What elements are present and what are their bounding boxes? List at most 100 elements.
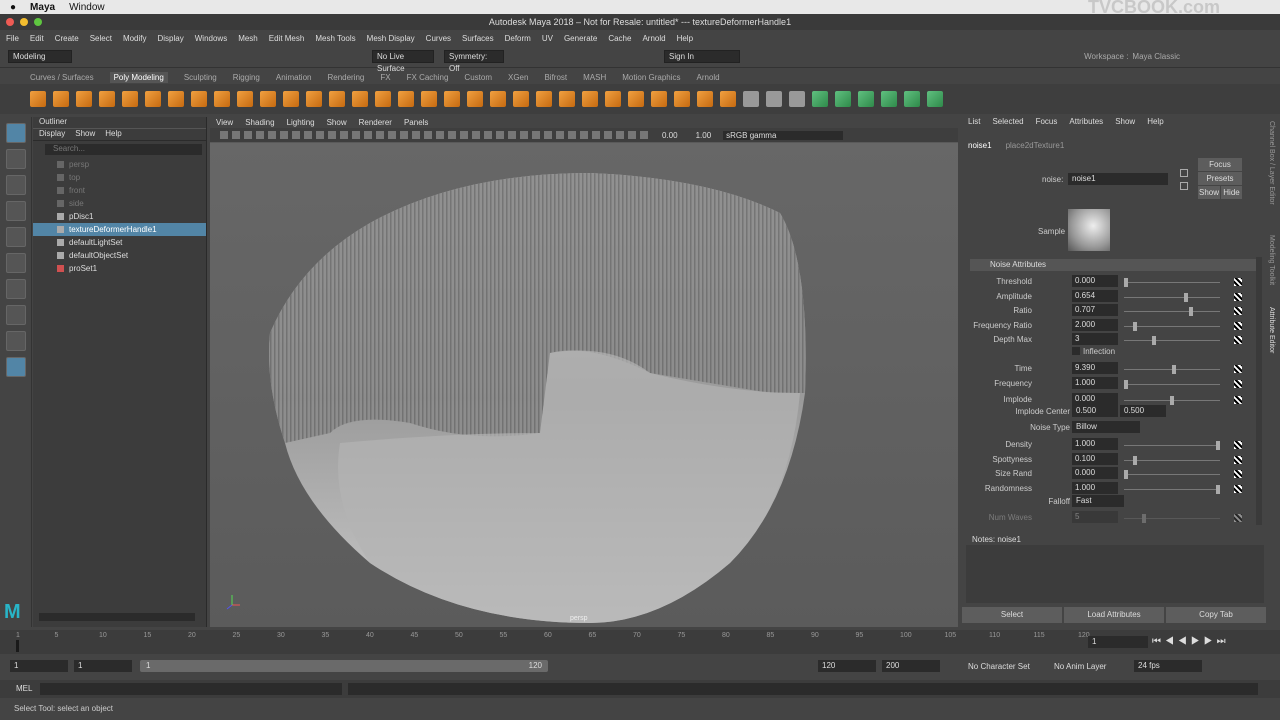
shelf-tab-bifrost[interactable]: Bifrost xyxy=(544,73,567,82)
menu-uv[interactable]: UV xyxy=(542,34,553,43)
shelf-tool-icon[interactable] xyxy=(76,91,92,107)
menu-file[interactable]: File xyxy=(6,34,19,43)
shelf-tool-icon[interactable] xyxy=(398,91,414,107)
viewport-tool-icon[interactable] xyxy=(340,131,348,139)
shelf-tool-icon[interactable] xyxy=(214,91,230,107)
attr-value-field[interactable]: 0.000 xyxy=(1072,467,1118,479)
attr-value-field[interactable]: 3 xyxy=(1072,333,1118,345)
shelf-tool-icon[interactable] xyxy=(720,91,736,107)
implode-center-y[interactable]: 0.500 xyxy=(1120,405,1166,417)
shelf-tab-rendering[interactable]: Rendering xyxy=(327,73,364,82)
map-texture-icon[interactable] xyxy=(1234,485,1242,493)
menu-cache[interactable]: Cache xyxy=(608,34,631,43)
viewport-tool-icon[interactable] xyxy=(508,131,516,139)
viewport-tool-icon[interactable] xyxy=(328,131,336,139)
attr-slider-knob[interactable] xyxy=(1216,441,1220,450)
viewport-canvas[interactable]: persp xyxy=(210,143,958,627)
layout-persp-outliner-icon[interactable] xyxy=(6,357,26,377)
command-input[interactable] xyxy=(40,683,342,695)
viewport-tool-icon[interactable] xyxy=(592,131,600,139)
viewport-tool-icon[interactable] xyxy=(376,131,384,139)
viewport-tool-icon[interactable] xyxy=(568,131,576,139)
shelf-tab-sculpting[interactable]: Sculpting xyxy=(184,73,217,82)
viewport-menu-show[interactable]: Show xyxy=(327,118,347,127)
outliner-item[interactable]: side xyxy=(33,197,206,210)
attr-value-field[interactable]: 1.000 xyxy=(1072,377,1118,389)
shelf-tool-icon[interactable] xyxy=(835,91,851,107)
viewport-tool-icon[interactable] xyxy=(280,131,288,139)
outliner-item[interactable]: front xyxy=(33,184,206,197)
viewport-tool-icon[interactable] xyxy=(496,131,504,139)
shelf-tab-rigging[interactable]: Rigging xyxy=(233,73,260,82)
viewport-tool-icon[interactable] xyxy=(616,131,624,139)
attr-slider-knob[interactable] xyxy=(1133,322,1138,331)
focus-button[interactable]: Focus xyxy=(1198,158,1242,171)
minimize-window-icon[interactable] xyxy=(20,18,28,26)
shelf-tool-icon[interactable] xyxy=(444,91,460,107)
attr-slider-track[interactable] xyxy=(1124,282,1220,283)
shelf-tool-icon[interactable] xyxy=(237,91,253,107)
shelf-tool-icon[interactable] xyxy=(260,91,276,107)
ae-menu-attributes[interactable]: Attributes xyxy=(1069,117,1103,126)
script-language[interactable]: MEL xyxy=(16,684,32,693)
map-texture-icon[interactable] xyxy=(1234,278,1242,286)
shelf-tool-icon[interactable] xyxy=(375,91,391,107)
viewport-tool-icon[interactable] xyxy=(352,131,360,139)
menu-windows[interactable]: Windows xyxy=(195,34,227,43)
focus-node-icon[interactable] xyxy=(1180,169,1188,177)
outliner-menu-help[interactable]: Help xyxy=(105,129,121,140)
attr-slider-track[interactable] xyxy=(1124,297,1220,298)
viewport-tool-icon[interactable] xyxy=(268,131,276,139)
shelf-tab-poly-modeling[interactable]: Poly Modeling xyxy=(109,71,168,83)
presets-node-icon[interactable] xyxy=(1180,182,1188,190)
ae-load-attributes-button[interactable]: Load Attributes xyxy=(1064,607,1164,623)
menu-select[interactable]: Select xyxy=(90,34,112,43)
viewport-menu-panels[interactable]: Panels xyxy=(404,118,428,127)
viewport-tool-icon[interactable] xyxy=(244,131,252,139)
viewport-tool-icon[interactable] xyxy=(472,131,480,139)
shelf-tool-icon[interactable] xyxy=(904,91,920,107)
menu-mesh[interactable]: Mesh xyxy=(238,34,258,43)
ae-tab-noise1[interactable]: noise1 xyxy=(968,141,992,150)
viewport-tool-icon[interactable] xyxy=(220,131,228,139)
shelf-tool-icon[interactable] xyxy=(559,91,575,107)
viewport-tool-icon[interactable] xyxy=(316,131,324,139)
map-texture-icon[interactable] xyxy=(1234,514,1242,522)
menu-edit-mesh[interactable]: Edit Mesh xyxy=(269,34,305,43)
shelf-tool-icon[interactable] xyxy=(536,91,552,107)
shelf-tool-icon[interactable] xyxy=(651,91,667,107)
current-frame-field[interactable]: 1 xyxy=(1088,636,1148,648)
map-texture-icon[interactable] xyxy=(1234,396,1242,404)
attr-slider-knob[interactable] xyxy=(1170,396,1174,405)
side-tab-channel-box-layer-editor[interactable]: Channel Box / Layer Editor xyxy=(1268,121,1275,205)
map-texture-icon[interactable] xyxy=(1234,441,1242,449)
shelf-tool-icon[interactable] xyxy=(191,91,207,107)
os-app-menu[interactable]: Maya xyxy=(30,2,55,13)
attr-slider-knob[interactable] xyxy=(1142,514,1147,523)
viewport-tool-icon[interactable] xyxy=(580,131,588,139)
viewport-tool-icon[interactable] xyxy=(292,131,300,139)
shelf-tab-mash[interactable]: MASH xyxy=(583,73,606,82)
attr-value-field[interactable]: 2.000 xyxy=(1072,319,1118,331)
map-texture-icon[interactable] xyxy=(1234,456,1242,464)
map-texture-icon[interactable] xyxy=(1234,336,1242,344)
menu-mesh-display[interactable]: Mesh Display xyxy=(367,34,415,43)
menu-help[interactable]: Help xyxy=(677,34,693,43)
map-texture-icon[interactable] xyxy=(1234,293,1242,301)
ae-copy-tab-button[interactable]: Copy Tab xyxy=(1166,607,1266,623)
attr-scrollbar[interactable] xyxy=(1256,257,1262,525)
notes-field[interactable] xyxy=(966,545,1264,603)
layout-four-icon[interactable] xyxy=(6,331,26,351)
sample-swatch[interactable] xyxy=(1068,209,1110,251)
apple-icon[interactable]: ● xyxy=(10,2,16,13)
menu-arnold[interactable]: Arnold xyxy=(642,34,665,43)
attr-value-field[interactable]: 0.707 xyxy=(1072,304,1118,316)
shelf-tool-icon[interactable] xyxy=(30,91,46,107)
presets-button[interactable]: Presets xyxy=(1198,172,1242,185)
last-tool-icon[interactable] xyxy=(6,279,26,299)
time-slider[interactable]: 1 5 10 15 20 25 30 35 40 45 50 55 60 65 70 75 80 85 90 95 10… xyxy=(0,630,1280,654)
attr-slider-track[interactable] xyxy=(1124,326,1220,327)
shelf-tool-icon[interactable] xyxy=(283,91,299,107)
shelf-tool-icon[interactable] xyxy=(122,91,138,107)
map-texture-icon[interactable] xyxy=(1234,365,1242,373)
